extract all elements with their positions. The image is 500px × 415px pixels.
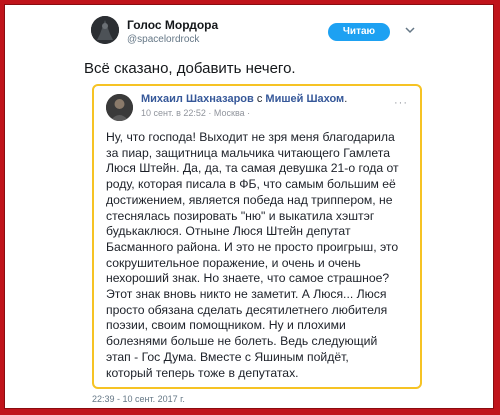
tweet-header: Голос Мордора @spacelordrock Читаю	[5, 5, 493, 61]
post-text-line: за пиар, защитница мальчика читающего Га…	[106, 145, 390, 160]
post-text-line: будькаклюся. Отныне Люся Штейн депутат	[106, 224, 351, 239]
quoted-post-body: Ну, что господа! Выходит не зря меня бла…	[106, 130, 416, 381]
tweet-card: Голос Мордора @spacelordrock Читаю Всё с…	[4, 4, 494, 409]
quoted-author-name[interactable]: Михаил Шахназаров	[141, 93, 254, 105]
post-text-line: который теперь тоже в депутатах.	[106, 365, 299, 380]
post-text-line: сокрушительное поражение, и очень и очен…	[106, 255, 361, 270]
post-text-line: просто обязана сделать десятилетнего люб…	[106, 302, 388, 317]
post-text-line: Басманного района. И это не просто проиг…	[106, 239, 399, 254]
post-text-line: достижением, является победа над триппер…	[106, 192, 393, 207]
avatar[interactable]	[91, 16, 119, 44]
post-text-line: нехороший знак. Но знаете, что самое стр…	[106, 271, 390, 286]
post-text-line: Этот знак вновь никто не заметит. А Люся…	[106, 287, 387, 302]
post-text-line: этап - Гос Дума. Вместе с Яшиным пойдёт,	[106, 349, 349, 364]
post-text-line: Ну, что господа! Выходит не зря меня бла…	[106, 130, 395, 144]
post-text-line: болезнями больше не болеть. Ведь следующ…	[106, 334, 378, 349]
post-text-line: Люся Штейн. Да, да, та самая девушка 21-…	[106, 161, 399, 176]
with-word: с	[256, 93, 263, 105]
avatar-image	[106, 94, 133, 121]
author-handle[interactable]: @spacelordrock	[127, 34, 199, 45]
quoted-author-avatar[interactable]	[106, 94, 133, 121]
quoted-post-title: Михаил Шахназаров с Мишей Шахом.	[141, 93, 348, 105]
tweet-timestamp[interactable]: 22:39 - 10 сент. 2017 г.	[92, 394, 185, 404]
tweet-text: Всё сказано, добавить нечего.	[84, 60, 296, 77]
post-text-line: стеснялась позировать "ню" и выкатила хэ…	[106, 208, 375, 223]
post-text-line: поэзии, своим помощником. Ну и плохими	[106, 318, 346, 333]
tagged-user-name[interactable]: Мишей Шахом	[265, 93, 344, 105]
author-name[interactable]: Голос Мордора	[127, 18, 218, 32]
post-text-line: роду, которая писала в ФБ, что самым бол…	[106, 177, 396, 192]
more-options-icon[interactable]: ···	[394, 97, 408, 109]
chevron-down-icon[interactable]	[405, 25, 415, 35]
quoted-post[interactable]: Михаил Шахназаров с Мишей Шахом. 10 сент…	[92, 84, 422, 389]
quoted-post-meta: 10 сент. в 22:52 · Москва ·	[141, 108, 251, 118]
avatar-image	[91, 16, 119, 44]
follow-button[interactable]: Читаю	[328, 23, 390, 41]
